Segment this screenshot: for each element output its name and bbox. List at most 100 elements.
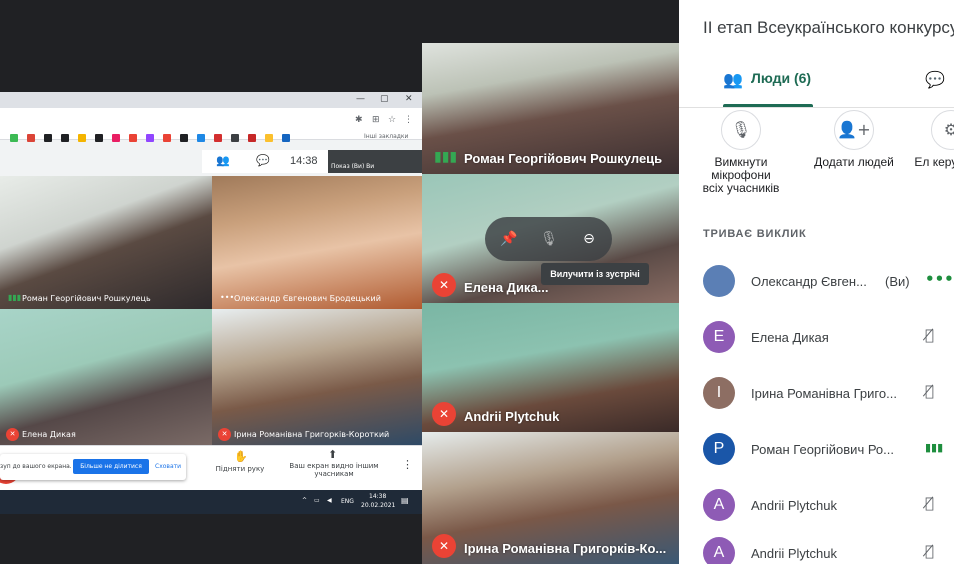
participant-name: Роман Георгійович Рошкулець — [22, 294, 151, 303]
person-name: Елена Дикая — [751, 330, 829, 345]
bookmark-icon[interactable] — [163, 134, 171, 142]
sharing-status-label: Ваш екран видно іншим учасникам — [289, 462, 379, 478]
speaking-indicator-icon: ▮▮▮ — [434, 149, 458, 165]
bookmark-icon[interactable] — [197, 134, 205, 142]
minimize-button[interactable]: — — [356, 94, 365, 104]
participant-name: Олександр Євгенович Бродецький — [234, 294, 381, 303]
bookmark-icon[interactable] — [27, 134, 35, 142]
bookmark-icon[interactable] — [129, 134, 137, 142]
mute-participant-icon[interactable]: 🎙 — [537, 227, 561, 251]
person-row[interactable]: E Елена Дикая 🎙̸ — [703, 319, 954, 359]
person-name: Andrii Plytchuk — [751, 546, 837, 561]
bookmark-icon[interactable] — [265, 134, 273, 142]
person-row[interactable]: P Роман Георгійович Ро... ▮▮▮ — [703, 431, 954, 471]
mic-off-icon: ✕ — [432, 402, 456, 426]
mute-all-action[interactable]: 🎙 Вимкнути мікрофони всіх учасників — [701, 110, 781, 195]
participant-tile[interactable]: ✕ Ірина Романівна Григорків-Ко... — [422, 432, 679, 564]
add-people-label: Додати людей — [814, 155, 894, 169]
self-preview-label: Показ (Ви) Ви — [331, 163, 375, 170]
bookmark-icon[interactable] — [95, 134, 103, 142]
meeting-title: ІІ етап Всеукраїнського конкурсу — [703, 18, 954, 37]
reader-icon[interactable]: ⊞ — [372, 115, 380, 125]
network-icon[interactable]: ▭ — [314, 497, 320, 504]
host-controls-action[interactable]: ⚙ Ел керу розм — [911, 110, 954, 169]
avatar: E — [703, 321, 735, 353]
bookmark-icon[interactable] — [112, 134, 120, 142]
browser-titlebar: — ▢ ✕ — [0, 92, 422, 108]
mic-off-icon[interactable]: 🎙̸ — [925, 326, 934, 344]
mute-all-label: Вимкнути мікрофони всіх учасників — [702, 155, 780, 195]
person-row[interactable]: Олександр Євген... (Ви) ••• — [703, 263, 954, 303]
volume-icon[interactable]: ◀ — [327, 497, 332, 504]
participant-name: Елена Дикая — [22, 430, 76, 439]
menu-dots-icon[interactable]: ⋮ — [404, 115, 413, 125]
remove-tooltip: Вилучити із зустрічі — [541, 263, 649, 285]
more-options-icon[interactable]: ⋮ — [402, 458, 413, 471]
bookmark-icon[interactable] — [146, 134, 154, 142]
bookmark-icon[interactable] — [180, 134, 188, 142]
bookmark-icon[interactable] — [214, 134, 222, 142]
shared-participant-tile[interactable]: ✕ Ірина Романівна Григорків-Короткий — [212, 309, 422, 445]
participant-name: Andrii Plytchuk — [464, 409, 560, 424]
avatar: A — [703, 489, 735, 521]
participant-name: Ірина Романівна Григорків-Ко... — [464, 541, 667, 556]
more-options-icon[interactable]: ••• — [925, 270, 954, 288]
mic-off-icon: ✕ — [6, 428, 19, 441]
bookmark-icon[interactable] — [61, 134, 69, 142]
shared-participant-tile[interactable]: ✕ Елена Дикая — [0, 309, 212, 445]
extensions-icon[interactable]: ✱ — [355, 115, 363, 125]
notifications-icon[interactable]: ▤ — [401, 496, 409, 505]
raise-hand-label[interactable]: Підняти руку — [210, 465, 270, 473]
person-name: Олександр Євген... — [751, 274, 867, 289]
language-indicator[interactable]: ENG — [341, 498, 354, 505]
participant-name: Елена Дика... — [464, 280, 549, 295]
star-icon[interactable]: ☆ — [388, 115, 396, 125]
person-row[interactable]: A Andrii Plytchuk 🎙̸ — [703, 535, 954, 564]
bookmark-icon[interactable] — [282, 134, 290, 142]
mic-off-icon: ✕ — [432, 273, 456, 297]
person-row[interactable]: A Andrii Plytchuk 🎙̸ — [703, 487, 954, 527]
person-name: Andrii Plytchuk — [751, 498, 837, 513]
shared-participant-tile[interactable]: ▮▮▮ Роман Георгійович Рошкулець — [0, 176, 212, 309]
pin-icon[interactable]: 📌 — [497, 227, 521, 251]
people-panel: ІІ етап Всеукраїнського конкурсу 👥 Люди … — [679, 0, 954, 564]
maximize-button[interactable]: ▢ — [380, 94, 389, 104]
hide-notice-link[interactable]: Сховати — [155, 463, 181, 470]
bookmark-icon[interactable] — [78, 134, 86, 142]
more-icon: ⚙ — [931, 110, 954, 150]
meeting-clock: 14:38 — [290, 155, 318, 167]
add-people-action[interactable]: 👤+ Додати людей — [814, 110, 894, 169]
taskbar-date: 20.02.2021 — [361, 502, 396, 509]
mic-off-icon: ✕ — [432, 534, 456, 558]
person-add-icon: 👤+ — [834, 110, 874, 150]
speaking-indicator-icon: ▮▮▮ — [925, 441, 944, 454]
person-row[interactable]: I Ірина Романівна Григо... 🎙̸ — [703, 375, 954, 415]
mic-off-icon[interactable]: 🎙̸ — [925, 494, 934, 512]
chat-icon[interactable]: 💬 — [256, 154, 270, 167]
in-call-section-heading: ТРИВАЄ ВИКЛИК — [703, 228, 807, 240]
more-options-icon[interactable]: ••• — [220, 293, 234, 302]
raise-hand-icon[interactable]: ✋ — [234, 450, 248, 463]
remove-participant-icon[interactable]: ⊖ — [577, 227, 601, 251]
participant-tile[interactable]: ✕ Andrii Plytchuk — [422, 303, 679, 432]
sharing-notice-text: зуп до вашого екрана. — [0, 463, 72, 470]
shared-participant-tile[interactable]: ••• Олександр Євгенович Бродецький — [212, 176, 422, 309]
avatar — [703, 265, 735, 297]
tab-people[interactable]: Люди (6) — [751, 70, 811, 86]
bookmark-icon[interactable] — [44, 134, 52, 142]
bookmark-icon[interactable] — [10, 134, 18, 142]
avatar: A — [703, 537, 735, 564]
chat-tab-icon[interactable]: 💬 — [925, 70, 945, 89]
other-bookmarks[interactable]: Інші закладки — [364, 133, 408, 140]
mic-off-icon[interactable]: 🎙̸ — [925, 382, 934, 400]
mic-off-icon[interactable]: 🎙̸ — [925, 542, 934, 560]
people-icon[interactable]: 👥 — [216, 154, 230, 167]
bookmark-icon[interactable] — [231, 134, 239, 142]
present-icon[interactable]: ⬆ — [328, 448, 337, 461]
participant-tile[interactable]: ▮▮▮ Роман Георгійович Рошкулець — [422, 43, 679, 174]
windows-taskbar: ^ ▭ ◀ ENG 14:38 20.02.2021 ▤ — [0, 490, 422, 514]
bookmark-icon[interactable] — [248, 134, 256, 142]
stop-sharing-button[interactable]: Більше не ділитися — [73, 459, 149, 474]
tray-chevron-icon[interactable]: ^ — [302, 497, 307, 504]
close-window-button[interactable]: ✕ — [405, 94, 413, 104]
